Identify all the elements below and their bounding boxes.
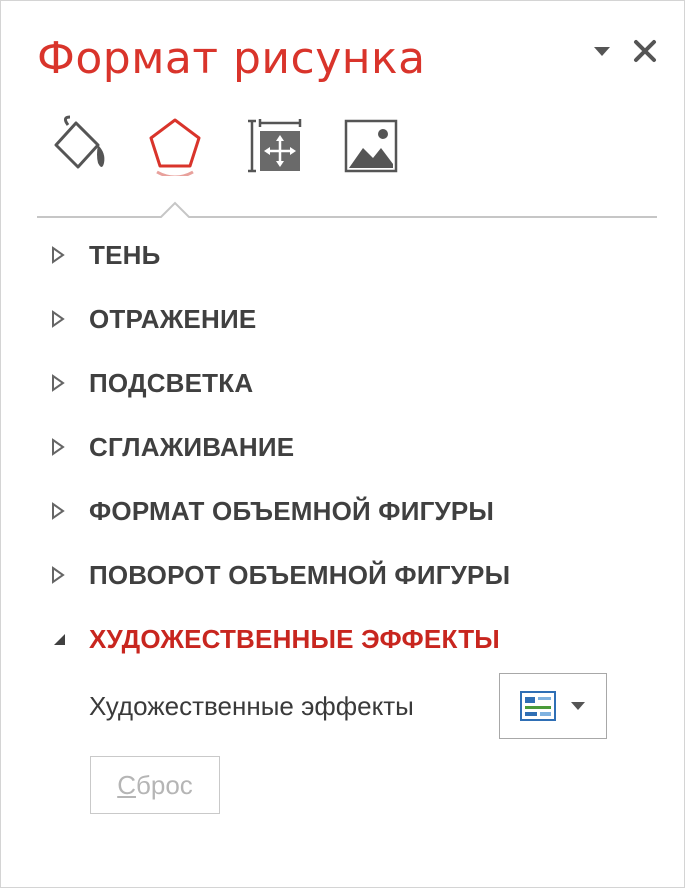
collapsed-triangle-icon	[51, 427, 81, 467]
paint-bucket-icon	[54, 115, 105, 169]
section-3d-format[interactable]: ФОРМАТ ОБЪЕМНОЙ ФИГУРЫ	[51, 491, 651, 531]
section-3d-rotation[interactable]: ПОВОРОТ ОБЪЕМНОЙ ФИГУРЫ	[51, 555, 651, 595]
pentagon-icon	[149, 118, 201, 176]
section-glow[interactable]: ПОДСВЕТКА	[51, 363, 651, 403]
reset-label-rest: брос	[135, 769, 193, 800]
collapsed-triangle-icon	[51, 299, 81, 339]
reset-button[interactable]: Сброс	[90, 756, 220, 814]
section-label: ПОВОРОТ ОБЪЕМНОЙ ФИГУРЫ	[89, 559, 511, 590]
section-shadow[interactable]: ТЕНЬ	[51, 235, 651, 275]
artistic-effect-thumbnail-icon	[520, 691, 556, 721]
tab-picture[interactable]	[339, 111, 403, 181]
collapsed-triangle-icon	[51, 235, 81, 275]
tab-size-properties[interactable]	[243, 111, 307, 181]
dropdown-arrow-icon	[594, 47, 610, 56]
collapsed-triangle-icon	[51, 491, 81, 531]
format-picture-pane: Формат рисунка ТЕНЬ ОТРАЖЕНИЕ ПОДСВЕТКА …	[0, 0, 685, 888]
artistic-effects-label: Художественные эффекты	[89, 691, 414, 721]
pane-options-button[interactable]	[588, 37, 616, 65]
category-tabs	[37, 111, 657, 221]
section-label: ФОРМАТ ОБЪЕМНОЙ ФИГУРЫ	[89, 495, 495, 526]
tab-divider	[37, 201, 657, 218]
picture-icon	[344, 119, 398, 173]
tab-effects[interactable]	[143, 111, 207, 181]
collapsed-triangle-icon	[51, 363, 81, 403]
chevron-down-icon	[571, 702, 585, 710]
section-soft-edges[interactable]: СГЛАЖИВАНИЕ	[51, 427, 651, 467]
section-label: ПОДСВЕТКА	[89, 367, 254, 398]
pane-title: Формат рисунка	[37, 33, 426, 84]
close-pane-button[interactable]	[631, 37, 659, 65]
section-label: СГЛАЖИВАНИЕ	[89, 431, 295, 462]
section-label: ХУДОЖЕСТВЕННЫЕ ЭФФЕКТЫ	[89, 623, 500, 654]
section-artistic-effects[interactable]: ХУДОЖЕСТВЕННЫЕ ЭФФЕКТЫ	[51, 619, 651, 659]
artistic-effects-row: Художественные эффекты	[89, 673, 609, 739]
section-reflection[interactable]: ОТРАЖЕНИЕ	[51, 299, 651, 339]
section-label: ТЕНЬ	[89, 239, 161, 270]
collapsed-triangle-icon	[51, 555, 81, 595]
close-icon	[634, 40, 656, 62]
size-position-icon	[248, 119, 302, 173]
tab-fill-line[interactable]	[47, 111, 111, 181]
artistic-effects-dropdown[interactable]	[499, 673, 607, 739]
expanded-triangle-icon	[51, 619, 81, 659]
reset-mnemonic: С	[117, 769, 136, 800]
section-label: ОТРАЖЕНИЕ	[89, 303, 257, 334]
